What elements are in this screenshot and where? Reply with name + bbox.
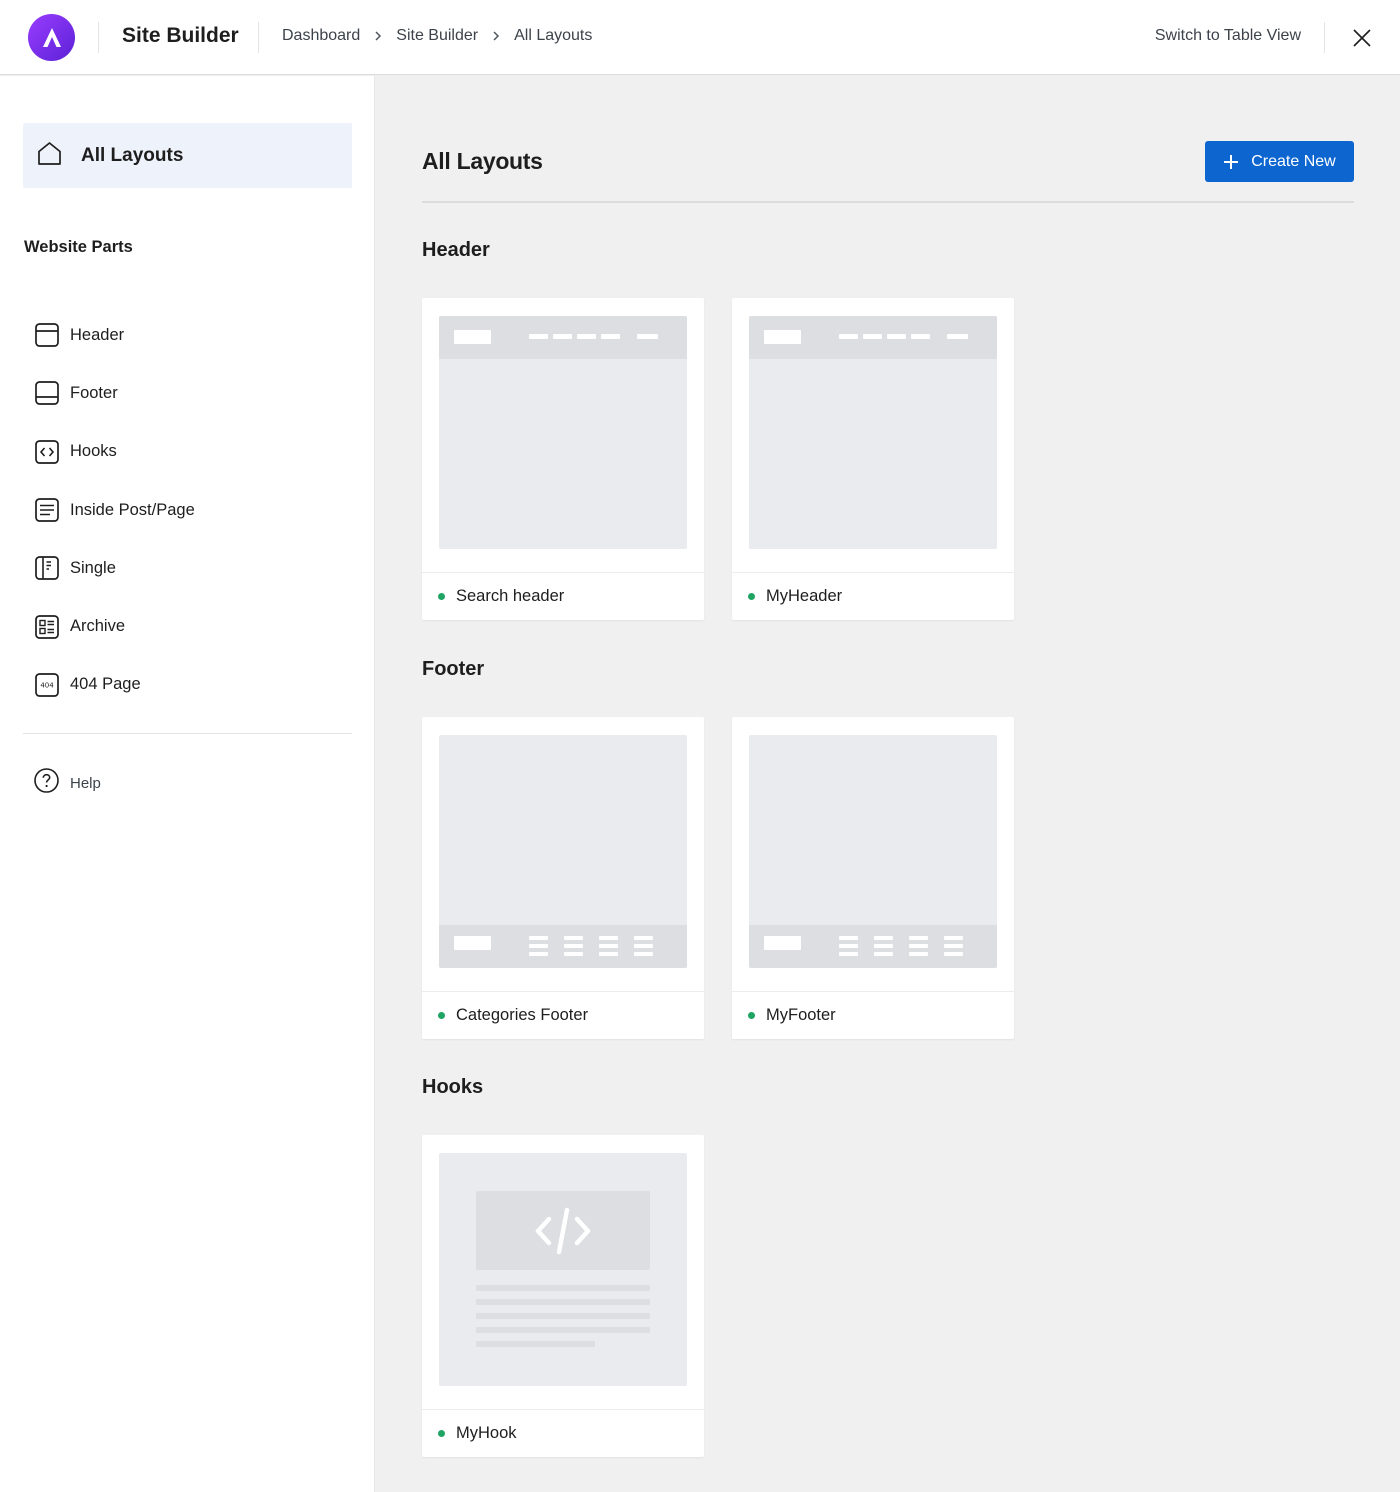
404-icon: 404 — [33, 671, 60, 698]
sidebar: All Layouts Website Parts Header Footer … — [0, 76, 375, 1492]
chevron-right-icon — [374, 30, 382, 42]
sidebar-item-archive[interactable]: Archive — [33, 597, 195, 655]
switch-to-table-view-link[interactable]: Switch to Table View — [1155, 27, 1301, 45]
sidebar-item-all-layouts[interactable]: All Layouts — [23, 123, 352, 188]
header-layout-thumbnail — [439, 316, 687, 549]
code-brackets-icon — [476, 1191, 650, 1270]
footer-layout-thumbnail — [439, 735, 687, 968]
header-layout-thumbnail — [749, 316, 997, 549]
close-icon[interactable] — [1348, 24, 1376, 52]
divider — [258, 22, 259, 53]
home-icon — [36, 140, 63, 172]
hook-layout-thumbnail — [439, 1153, 687, 1386]
layout-name: MyHeader — [766, 587, 843, 605]
website-parts-heading: Website Parts — [24, 238, 133, 256]
layout-name: Categories Footer — [456, 1006, 589, 1024]
sidebar-item-label: All Layouts — [81, 144, 184, 166]
archive-grid-icon — [33, 613, 60, 640]
group-title-hooks: Hooks — [422, 1076, 484, 1098]
svg-text:404: 404 — [40, 681, 54, 689]
divider — [1324, 22, 1325, 53]
breadcrumb-site-builder[interactable]: Site Builder — [396, 27, 478, 45]
sidebar-item-header[interactable]: Header — [33, 306, 195, 364]
group-title-footer: Footer — [422, 658, 485, 680]
help-link[interactable]: Help — [33, 767, 101, 799]
layout-name: MyFooter — [766, 1006, 836, 1024]
sidebar-item-footer[interactable]: Footer — [33, 364, 195, 422]
single-layout-icon — [33, 555, 60, 582]
page-title: All Layouts — [422, 148, 543, 174]
code-brackets-icon — [33, 438, 60, 465]
status-dot — [748, 593, 755, 600]
layout-card[interactable]: Categories Footer — [422, 717, 704, 1039]
create-new-label: Create New — [1251, 152, 1336, 170]
create-new-button[interactable]: Create New — [1205, 141, 1354, 182]
astra-logo-icon[interactable] — [28, 14, 75, 61]
status-dot — [438, 1430, 445, 1437]
main-content: All Layouts Create New Header Search hea… — [376, 76, 1400, 1492]
sidebar-item-label: Hooks — [70, 442, 117, 461]
status-dot — [748, 1012, 755, 1019]
group-title-header: Header — [422, 239, 490, 261]
footer-layout-thumbnail — [749, 735, 997, 968]
sidebar-item-404-page[interactable]: 404 404 Page — [33, 656, 195, 714]
divider — [98, 22, 99, 53]
sidebar-item-label: Header — [70, 325, 125, 344]
top-bar: Site Builder Dashboard Site Builder All … — [0, 0, 1400, 75]
sidebar-item-label: Footer — [70, 383, 118, 402]
breadcrumb: Dashboard Site Builder All Layouts — [282, 27, 592, 45]
breadcrumb-all-layouts[interactable]: All Layouts — [514, 27, 592, 45]
app-title: Site Builder — [122, 24, 239, 47]
status-dot — [438, 593, 445, 600]
help-icon — [33, 767, 60, 799]
website-parts-list: Header Footer Hooks Inside Post/Page Sin… — [33, 306, 195, 714]
help-label: Help — [70, 774, 101, 792]
header-layout-icon — [33, 322, 60, 349]
divider — [422, 201, 1354, 203]
sidebar-item-label: 404 Page — [70, 675, 141, 694]
sidebar-item-inside-post-page[interactable]: Inside Post/Page — [33, 481, 195, 539]
layout-card[interactable]: MyFooter — [732, 717, 1014, 1039]
sidebar-item-single[interactable]: Single — [33, 539, 195, 597]
footer-layout-icon — [33, 380, 60, 407]
sidebar-item-label: Archive — [70, 617, 126, 636]
sidebar-item-hooks[interactable]: Hooks — [33, 423, 195, 481]
chevron-right-icon — [492, 30, 500, 42]
status-dot — [438, 1012, 445, 1019]
layout-card[interactable]: MyHook — [422, 1135, 704, 1457]
plus-icon — [1223, 154, 1239, 170]
post-content-icon — [33, 497, 60, 524]
layout-card[interactable]: MyHeader — [732, 298, 1014, 620]
layout-card[interactable]: Search header — [422, 298, 704, 620]
sidebar-item-label: Single — [70, 558, 116, 577]
sidebar-item-label: Inside Post/Page — [70, 500, 195, 519]
breadcrumb-dashboard[interactable]: Dashboard — [282, 27, 360, 45]
layout-name: Search header — [456, 587, 565, 605]
divider — [23, 733, 352, 734]
layout-name: MyHook — [456, 1424, 517, 1442]
